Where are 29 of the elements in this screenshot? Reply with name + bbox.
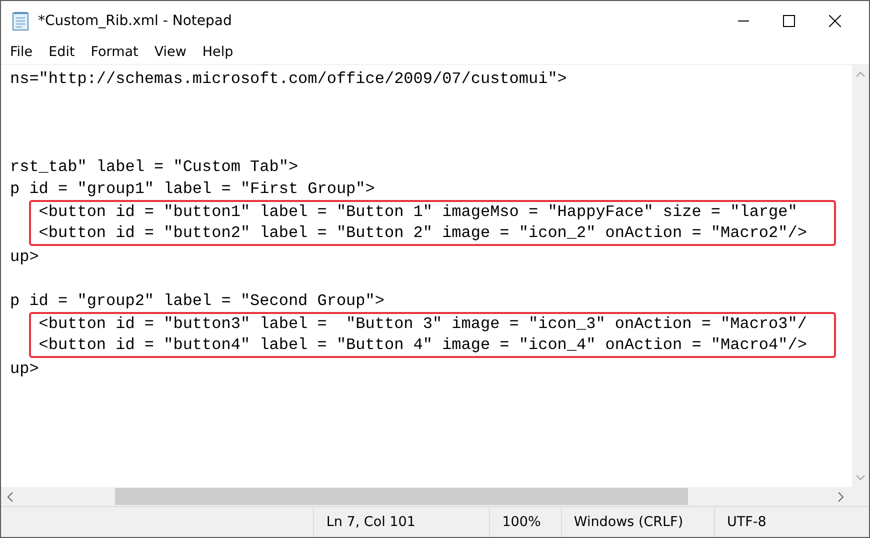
menu-item[interactable]: Edit	[40, 44, 83, 60]
code-line: p id = "group2" label = "Second Group">	[10, 291, 386, 312]
code-line: p id = "group1" label = "First Group">	[10, 179, 376, 200]
window-title: *Custom_Rib.xml - Notepad	[38, 12, 232, 28]
status-text: Ln 7, Col 101	[326, 514, 416, 530]
status-text: Windows (CRLF)	[574, 514, 684, 530]
status-text: UTF-8	[727, 514, 766, 530]
code-line: up>	[10, 247, 40, 268]
maximize-icon	[783, 14, 795, 26]
code-line: <button id = "button3" label = "Button 3" image = "icon_3" onAction = "Macro3"/	[38, 314, 808, 335]
scroll-right-icon[interactable]	[838, 492, 844, 502]
close-icon	[829, 14, 841, 26]
status-text: 100%	[502, 514, 541, 530]
code-line: up>	[10, 359, 40, 380]
code-line: ns="http://schemas.microsoft.com/office/2009/07/customui">	[10, 69, 568, 90]
menu-item[interactable]: View	[146, 44, 194, 60]
scroll-down-icon[interactable]	[856, 475, 865, 481]
minimize-icon	[738, 20, 748, 22]
code-line: <button id = "button4" label = "Button 4" image = "icon_4" onAction = "Macro4"/>	[38, 335, 808, 356]
scroll-up-icon[interactable]	[856, 71, 865, 77]
scroll-left-icon[interactable]	[7, 492, 13, 502]
code-line: <button id = "button2" label = "Button 2" image = "icon_2" onAction = "Macro2"/>	[38, 223, 808, 244]
menu-item[interactable]: Format	[82, 44, 146, 60]
code-line: <button id = "button1" label = "Button 1" imageMso = "HappyFace" size = "large"	[38, 202, 798, 223]
menu-item[interactable]: File	[2, 44, 41, 60]
menu-item[interactable]: Help	[194, 44, 242, 60]
scrollbar-thumb[interactable]	[115, 488, 688, 505]
notepad-icon	[12, 10, 30, 30]
code-line: rst_tab" label = "Custom Tab">	[10, 157, 300, 178]
